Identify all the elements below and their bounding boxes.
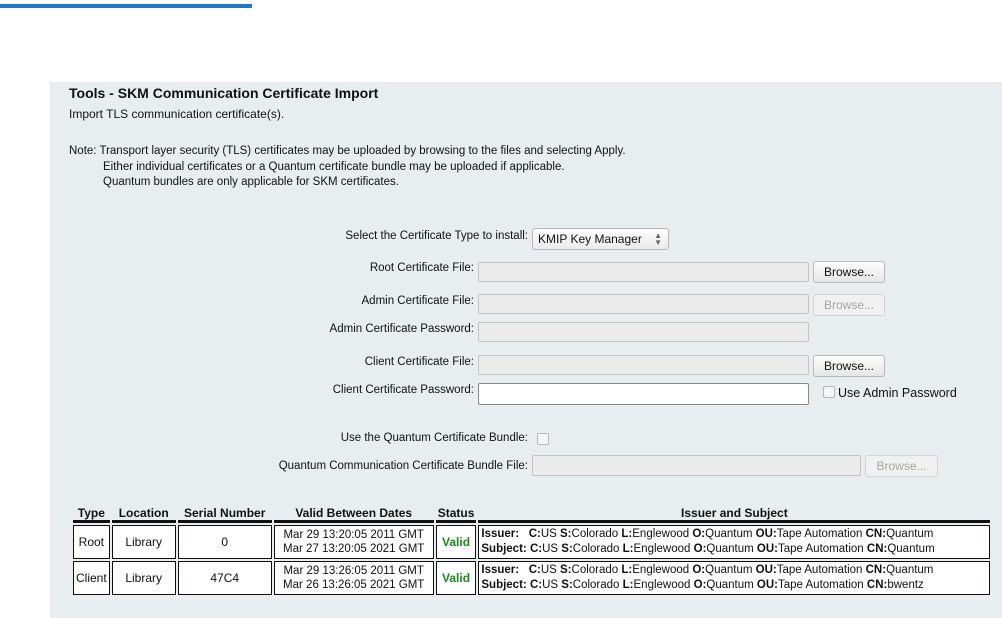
col-serial-header: Serial Number xyxy=(177,506,272,523)
cert-type-value: KMIP Key Manager xyxy=(538,232,642,246)
bundle-file-label: Quantum Communication Certificate Bundle… xyxy=(278,460,528,472)
subject-line: Subject: C:US S:Colorado L:Englewood O:Q… xyxy=(481,579,924,591)
cell-type: Client xyxy=(73,561,110,595)
select-arrows-icon: ▲ ▼ xyxy=(654,231,662,247)
date-to: Mar 26 13:26:05 2021 GMT xyxy=(283,579,425,591)
content-panel: Tools - SKM Communication Certificate Im… xyxy=(50,82,1002,618)
issuer-line: Issuer: C:US S:Colorado L:Englewood O:Qu… xyxy=(481,528,934,540)
table-row: Root Library 0 Mar 29 13:20:05 2011 GMT … xyxy=(73,525,991,559)
root-file-label: Root Certificate File: xyxy=(369,262,474,274)
date-from: Mar 29 13:20:05 2011 GMT xyxy=(283,529,424,541)
client-browse-button[interactable]: Browse... xyxy=(813,355,885,377)
cell-issuer-subject: Issuer: C:US S:Colorado L:Englewood O:Qu… xyxy=(478,525,991,559)
cell-dates: Mar 29 13:20:05 2011 GMT Mar 27 13:20:05… xyxy=(273,525,434,559)
admin-file-input[interactable] xyxy=(478,294,809,314)
client-file-label: Client Certificate File: xyxy=(364,356,474,368)
col-location-header: Location xyxy=(111,506,176,523)
cert-type-select[interactable]: KMIP Key Manager ▲ ▼ xyxy=(532,228,669,250)
admin-file-label: Admin Certificate File: xyxy=(361,295,474,307)
admin-password-input[interactable] xyxy=(478,322,809,342)
subject-line: Subject: C:US S:Colorado L:Englewood O:Q… xyxy=(481,543,935,555)
page-subtitle: Import TLS communication certificate(s). xyxy=(69,107,285,121)
col-type-header: Type xyxy=(73,506,110,523)
note-line-2: Either individual certificates or a Quan… xyxy=(103,160,565,173)
admin-browse-button[interactable]: Browse... xyxy=(813,294,885,316)
issuer-line: Issuer: C:US S:Colorado L:Englewood O:Qu… xyxy=(481,564,934,576)
cell-status: Valid xyxy=(435,525,477,559)
bundle-file-input[interactable] xyxy=(532,455,861,476)
use-admin-password-label: Use Admin Password xyxy=(838,386,957,400)
table-header-row: Type Location Serial Number Valid Betwee… xyxy=(73,506,991,523)
cell-type: Root xyxy=(73,525,110,559)
certificate-table: Type Location Serial Number Valid Betwee… xyxy=(71,504,992,597)
client-password-label: Client Certificate Password: xyxy=(332,384,474,396)
root-file-input[interactable] xyxy=(478,262,809,282)
bundle-browse-button[interactable]: Browse... xyxy=(865,455,938,477)
use-admin-password-checkbox[interactable] xyxy=(823,386,835,398)
page-title: Tools - SKM Communication Certificate Im… xyxy=(69,85,379,101)
client-password-input[interactable] xyxy=(478,383,809,405)
admin-password-label: Admin Certificate Password: xyxy=(329,323,474,335)
col-dates-header: Valid Between Dates xyxy=(273,506,434,523)
date-to: Mar 27 13:20:05 2021 GMT xyxy=(283,543,425,555)
table-row: Client Library 47C4 Mar 29 13:26:05 2011… xyxy=(73,561,991,595)
cert-type-label: Select the Certificate Type to install: xyxy=(345,230,528,242)
col-issuer-header: Issuer and Subject xyxy=(478,506,991,523)
note-block: Note: Transport layer security (TLS) cer… xyxy=(69,144,626,191)
top-accent-bar xyxy=(0,4,252,8)
note-line-1: Note: Transport layer security (TLS) cer… xyxy=(69,145,626,157)
cell-dates: Mar 29 13:26:05 2011 GMT Mar 26 13:26:05… xyxy=(273,561,434,595)
root-browse-button[interactable]: Browse... xyxy=(813,261,885,283)
cell-location: Library xyxy=(111,525,176,559)
cell-location: Library xyxy=(111,561,176,595)
cell-issuer-subject: Issuer: C:US S:Colorado L:Englewood O:Qu… xyxy=(478,561,991,595)
date-from: Mar 29 13:26:05 2011 GMT xyxy=(283,565,424,577)
cell-status: Valid xyxy=(435,561,477,595)
use-bundle-checkbox[interactable] xyxy=(537,433,549,445)
use-bundle-label: Use the Quantum Certificate Bundle: xyxy=(340,432,528,444)
cell-serial: 47C4 xyxy=(177,561,272,595)
cell-serial: 0 xyxy=(177,525,272,559)
note-line-3: Quantum bundles are only applicable for … xyxy=(103,176,399,188)
col-status-header: Status xyxy=(435,506,477,523)
client-file-input[interactable] xyxy=(478,355,809,375)
